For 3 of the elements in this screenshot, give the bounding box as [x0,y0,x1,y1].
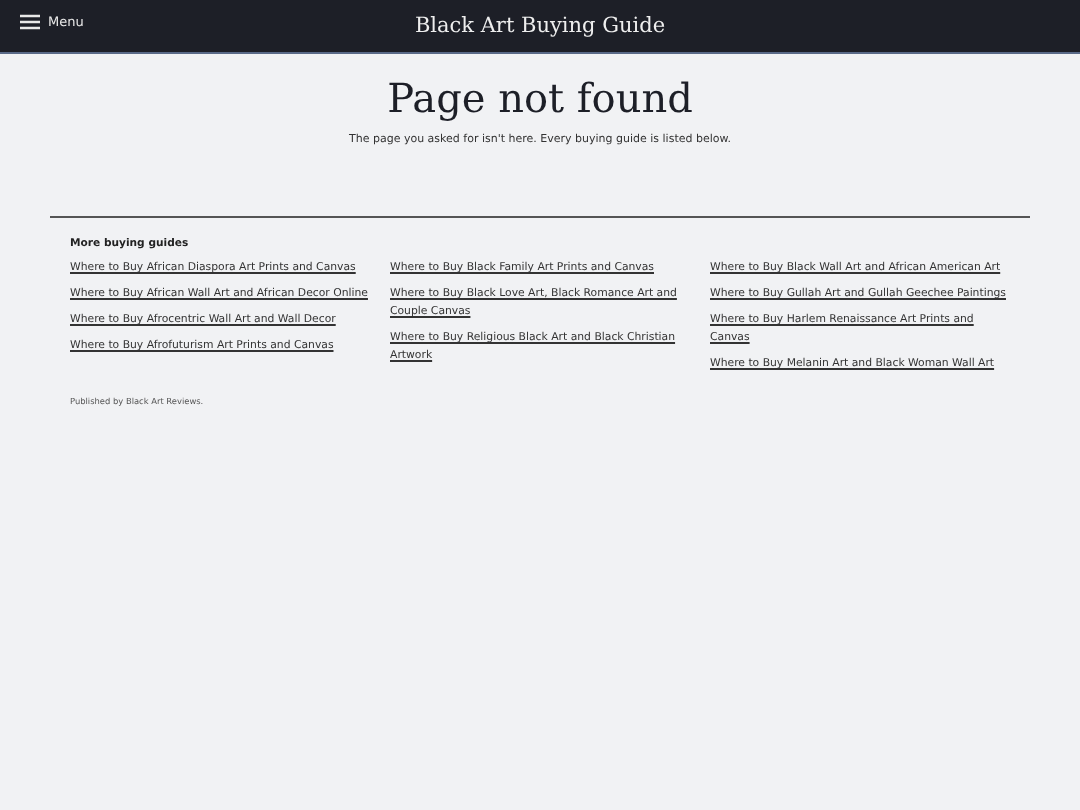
menu-icon [20,14,40,30]
site-title[interactable]: Black Art Buying Guide [414,14,666,38]
page-title: Page not found [385,74,695,122]
